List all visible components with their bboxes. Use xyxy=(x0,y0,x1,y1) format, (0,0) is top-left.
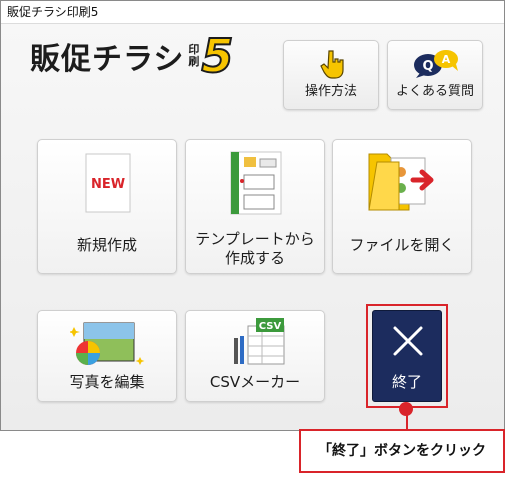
logo-small-bottom: 刷 xyxy=(188,55,200,68)
qa-bubble-icon: Q A xyxy=(410,48,464,82)
callout-dot xyxy=(399,402,413,416)
new-button[interactable]: NEW 新規作成 xyxy=(37,139,177,274)
new-document-icon: NEW xyxy=(85,153,131,217)
csv-badge-text: CSV xyxy=(259,321,282,332)
template-button[interactable]: テンプレートから 作成する xyxy=(185,139,325,274)
instruction-text: 「終了」ボタンをクリック xyxy=(318,443,486,459)
exit-button-label: 終了 xyxy=(391,373,422,391)
template-label-line1: テンプレートから xyxy=(195,230,315,248)
window-titlebar: 販促チラシ印刷5 xyxy=(1,1,504,24)
csv-spreadsheet-icon: CSV xyxy=(230,318,288,370)
open-folder-icon xyxy=(367,150,447,216)
template-document-icon xyxy=(230,151,282,219)
csv-maker-button-label: CSVメーカー xyxy=(209,373,301,391)
logo-small-text: 印 刷 xyxy=(188,44,199,68)
faq-badge-a: A xyxy=(442,53,451,66)
faq-button-label: よくある質問 xyxy=(395,84,474,99)
photo-edit-button-label: 写真を編集 xyxy=(69,373,145,391)
open-file-button-label: ファイルを開く xyxy=(349,236,455,254)
faq-button[interactable]: Q A よくある質問 xyxy=(387,40,483,110)
pointing-hand-icon xyxy=(320,49,346,83)
window-title: 販促チラシ印刷5 xyxy=(7,5,99,19)
photo-edit-button[interactable]: 写真を編集 xyxy=(37,310,177,402)
operation-button[interactable]: 操作方法 xyxy=(283,40,379,110)
csv-maker-button[interactable]: CSV CSVメーカー xyxy=(185,310,325,402)
close-x-icon xyxy=(392,325,424,361)
template-button-label: テンプレートから 作成する xyxy=(186,230,324,268)
new-badge-text: NEW xyxy=(91,177,125,192)
app-logo: 販促チラシ 印 刷 5 xyxy=(30,26,234,86)
operation-button-label: 操作方法 xyxy=(304,84,357,99)
faq-badge-q: Q xyxy=(422,59,433,74)
instruction-callout: 「終了」ボタンをクリック xyxy=(299,429,505,473)
photo-edit-icon xyxy=(68,319,146,371)
logo-text: 販促チラシ xyxy=(30,42,185,77)
open-file-button[interactable]: ファイルを開く xyxy=(332,139,472,274)
new-button-label: 新規作成 xyxy=(76,236,137,254)
template-label-line2: 作成する xyxy=(224,249,285,267)
logo-number: 5 xyxy=(200,29,234,83)
exit-button[interactable]: 終了 xyxy=(372,310,442,402)
